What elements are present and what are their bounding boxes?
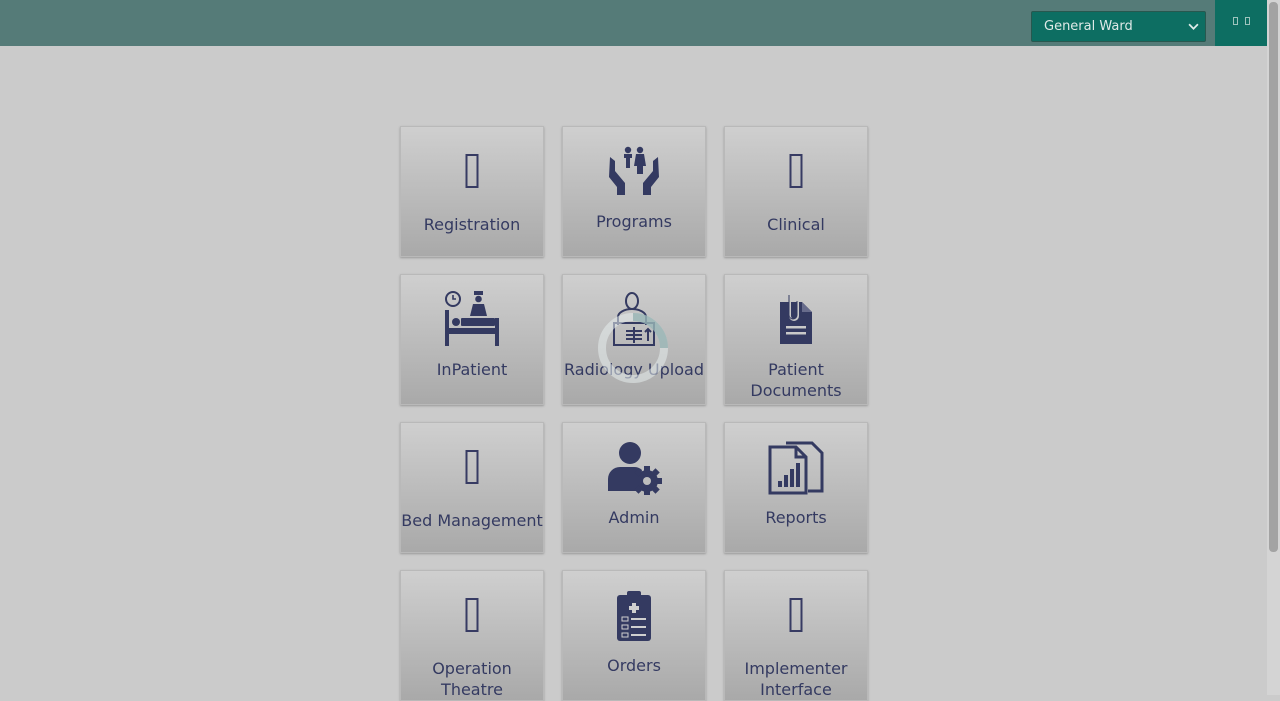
orders-tile[interactable]: Orders: [562, 570, 706, 701]
user-menu-button[interactable]: [1215, 0, 1267, 46]
bed-management-tile[interactable]: Bed Management: [400, 422, 544, 553]
tile-label: Patient Documents: [750, 360, 842, 400]
patient-documents-tile[interactable]: Patient Documents: [724, 274, 868, 405]
tile-label: Admin: [608, 508, 660, 527]
family-care-hands-icon: [608, 145, 660, 197]
user-icon: [1233, 17, 1238, 25]
tile-label: Operation Theatre: [432, 659, 512, 699]
scrollbar-thumb[interactable]: [1269, 2, 1278, 552]
clinical-tile[interactable]: Clinical: [724, 126, 868, 257]
bed-management-icon: [465, 450, 479, 484]
document-clip-icon: [778, 294, 814, 346]
registration-icon: [465, 154, 479, 188]
page-scrollbar[interactable]: [1267, 0, 1280, 695]
tile-label: Orders: [607, 656, 661, 675]
inpatient-tile[interactable]: InPatient: [400, 274, 544, 405]
tile-label: Clinical: [767, 215, 825, 234]
tile-label: Registration: [423, 215, 521, 234]
inpatient-bed-icon: [445, 290, 499, 346]
chevron-down-icon: [1188, 23, 1199, 30]
clipboard-list-icon: [615, 589, 653, 643]
operation-theatre-icon: [465, 598, 479, 632]
clinical-icon: [789, 154, 803, 188]
tile-label: Programs: [596, 212, 672, 231]
top-bar: General Ward: [0, 0, 1267, 46]
implementer-interface-tile[interactable]: Implementer Interface: [724, 570, 868, 701]
app-grid: Registration Programs Clinical InPatient…: [400, 126, 868, 701]
tile-label: Implementer Interface: [744, 659, 848, 699]
reports-tile[interactable]: Reports: [724, 422, 868, 553]
implementer-interface-icon: [789, 598, 803, 632]
report-chart-icon: [768, 441, 824, 495]
tile-label: InPatient: [436, 360, 508, 379]
tile-label: Reports: [765, 508, 827, 527]
tile-label: Bed Management: [401, 511, 543, 530]
radiology-icon: [612, 291, 656, 347]
operation-theatre-tile[interactable]: Operation Theatre: [400, 570, 544, 701]
location-select[interactable]: General Ward: [1031, 11, 1206, 42]
caret-icon: [1245, 17, 1250, 25]
user-gear-icon: [606, 441, 662, 495]
tile-label: Radiology Upload: [564, 360, 704, 379]
radiology-upload-tile[interactable]: Radiology Upload: [562, 274, 706, 405]
location-select-value: General Ward: [1044, 19, 1133, 34]
admin-tile[interactable]: Admin: [562, 422, 706, 553]
programs-tile[interactable]: Programs: [562, 126, 706, 257]
registration-tile[interactable]: Registration: [400, 126, 544, 257]
